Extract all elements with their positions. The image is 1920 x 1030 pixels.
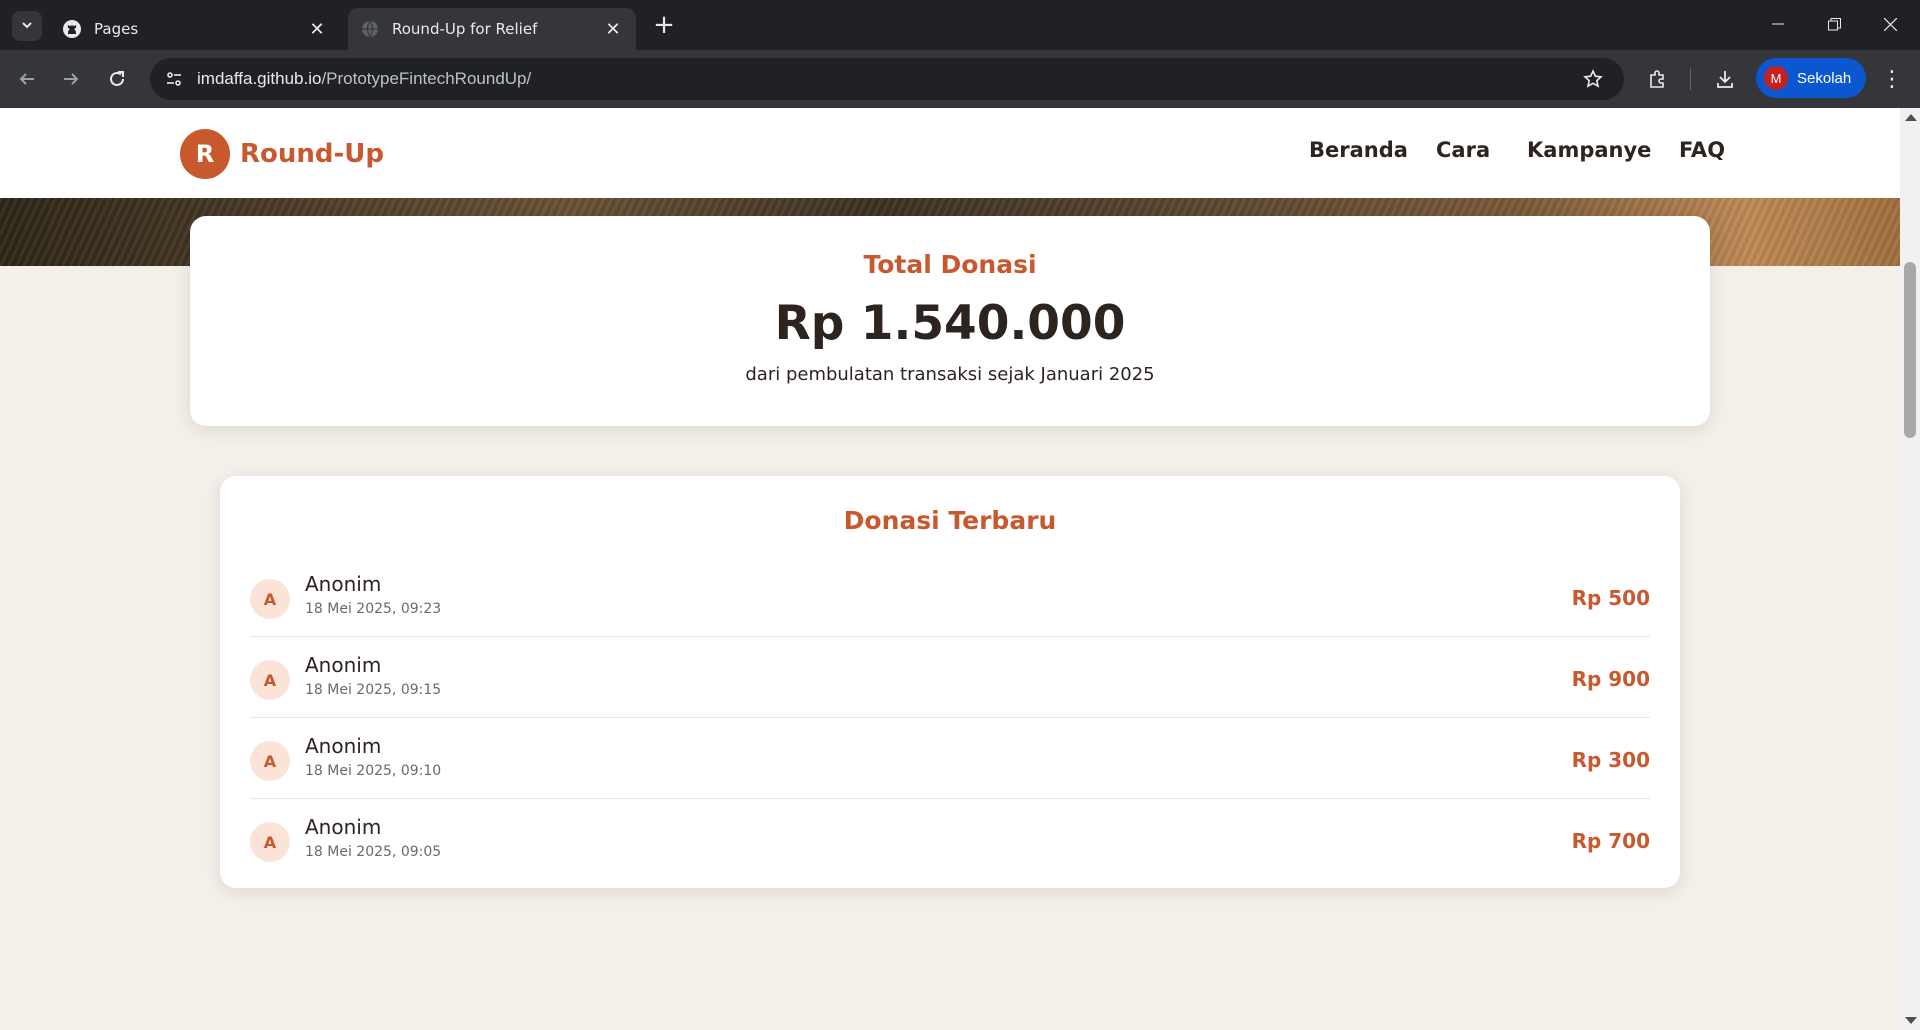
globe-icon — [360, 19, 380, 39]
site-info-icon[interactable] — [159, 64, 189, 94]
profile-name: Sekolah — [1797, 69, 1852, 87]
nav-link-faq[interactable]: FAQ — [1679, 138, 1725, 162]
github-icon — [62, 19, 82, 39]
scroll-up-arrow-icon[interactable] — [1905, 114, 1917, 121]
reload-icon[interactable] — [102, 64, 132, 94]
site-header: R Round-Up Beranda Cara Kampanye FAQ — [0, 108, 1900, 198]
minimize-icon[interactable] — [1750, 0, 1806, 48]
tab-title: Round-Up for Relief — [392, 20, 538, 38]
close-icon[interactable]: ✕ — [306, 18, 328, 40]
donor-avatar: A — [250, 579, 290, 619]
url-path: /PrototypeFintechRoundUp/ — [321, 69, 532, 88]
total-donation-card: Total Donasi Rp 1.540.000 dari pembulata… — [190, 216, 1710, 426]
tab-search-button[interactable] — [12, 11, 42, 41]
brand-link[interactable]: R Round-Up — [180, 129, 384, 179]
donation-row: A Anonim 18 Mei 2025, 09:10 Rp 300 — [250, 718, 1650, 799]
brand-logo: R — [180, 129, 230, 179]
donation-amount: Rp 300 — [1571, 748, 1650, 772]
toolbar-divider — [1690, 68, 1691, 90]
donation-row: A Anonim 18 Mei 2025, 09:05 Rp 700 — [250, 799, 1650, 868]
donation-time: 18 Mei 2025, 09:15 — [305, 682, 442, 698]
donation-time: 18 Mei 2025, 09:10 — [305, 763, 442, 779]
browser-menu-icon[interactable]: ⋮ — [1878, 64, 1906, 94]
donor-name: Anonim — [305, 815, 382, 839]
nav-link-beranda[interactable]: Beranda — [1309, 138, 1408, 162]
browser-toolbar: imdaffa.github.io/PrototypeFintechRoundU… — [0, 50, 1920, 108]
total-donation-amount: Rp 1.540.000 — [774, 296, 1126, 351]
page-scrollbar[interactable] — [1900, 108, 1920, 1030]
forward-arrow-icon[interactable] — [56, 64, 86, 94]
donation-time: 18 Mei 2025, 09:23 — [305, 601, 442, 617]
url-host: imdaffa.github.io — [197, 69, 322, 88]
back-arrow-icon[interactable] — [12, 64, 42, 94]
donation-row: A Anonim 18 Mei 2025, 09:23 Rp 500 — [250, 556, 1650, 637]
download-icon[interactable] — [1710, 64, 1740, 94]
tab-pages[interactable]: Pages ✕ — [50, 8, 340, 50]
donor-name: Anonim — [305, 572, 382, 596]
nav-link-cara[interactable]: Cara — [1436, 138, 1490, 162]
close-icon[interactable]: ✕ — [602, 18, 624, 40]
chevron-down-icon — [20, 17, 34, 36]
donor-avatar: A — [250, 822, 290, 862]
new-tab-button[interactable]: + — [650, 12, 678, 40]
recent-donations-list[interactable]: A Anonim 18 Mei 2025, 09:23 Rp 500 A Ano… — [250, 556, 1650, 868]
recent-donations-card: Donasi Terbaru A Anonim 18 Mei 2025, 09:… — [220, 476, 1680, 888]
donor-avatar: A — [250, 741, 290, 781]
total-donation-subtitle: dari pembulatan transaksi sejak Januari … — [745, 364, 1155, 385]
tab-round-up[interactable]: Round-Up for Relief ✕ — [348, 8, 636, 50]
close-window-icon[interactable] — [1862, 0, 1918, 48]
bookmark-star-icon[interactable] — [1578, 64, 1608, 94]
donor-avatar: A — [250, 660, 290, 700]
nav-link-kampanye[interactable]: Kampanye — [1527, 138, 1651, 162]
address-bar[interactable]: imdaffa.github.io/PrototypeFintechRoundU… — [150, 58, 1624, 100]
donor-name: Anonim — [305, 653, 382, 677]
recent-donations-title: Donasi Terbaru — [843, 506, 1057, 535]
donation-amount: Rp 700 — [1571, 829, 1650, 853]
scroll-down-arrow-icon[interactable] — [1905, 1017, 1917, 1024]
donation-row: A Anonim 18 Mei 2025, 09:15 Rp 900 — [250, 637, 1650, 718]
donor-name: Anonim — [305, 734, 382, 758]
extensions-puzzle-icon[interactable] — [1643, 64, 1673, 94]
donation-amount: Rp 900 — [1571, 667, 1650, 691]
total-donation-label: Total Donasi — [863, 250, 1037, 279]
brand-name: Round-Up — [240, 139, 385, 169]
url-text[interactable]: imdaffa.github.io/PrototypeFintechRoundU… — [197, 69, 531, 89]
profile-avatar: M — [1764, 66, 1788, 90]
scrollbar-thumb[interactable] — [1904, 262, 1916, 438]
profile-button[interactable]: M Sekolah — [1756, 58, 1866, 98]
page-viewport: R Round-Up Beranda Cara Kampanye FAQ Tot… — [0, 108, 1900, 1030]
donation-amount: Rp 500 — [1571, 586, 1650, 610]
tab-title: Pages — [94, 20, 139, 38]
tab-strip: Pages ✕ Round-Up for Relief ✕ + — [0, 0, 1920, 50]
donation-time: 18 Mei 2025, 09:05 — [305, 844, 442, 860]
restore-icon[interactable] — [1806, 0, 1862, 48]
